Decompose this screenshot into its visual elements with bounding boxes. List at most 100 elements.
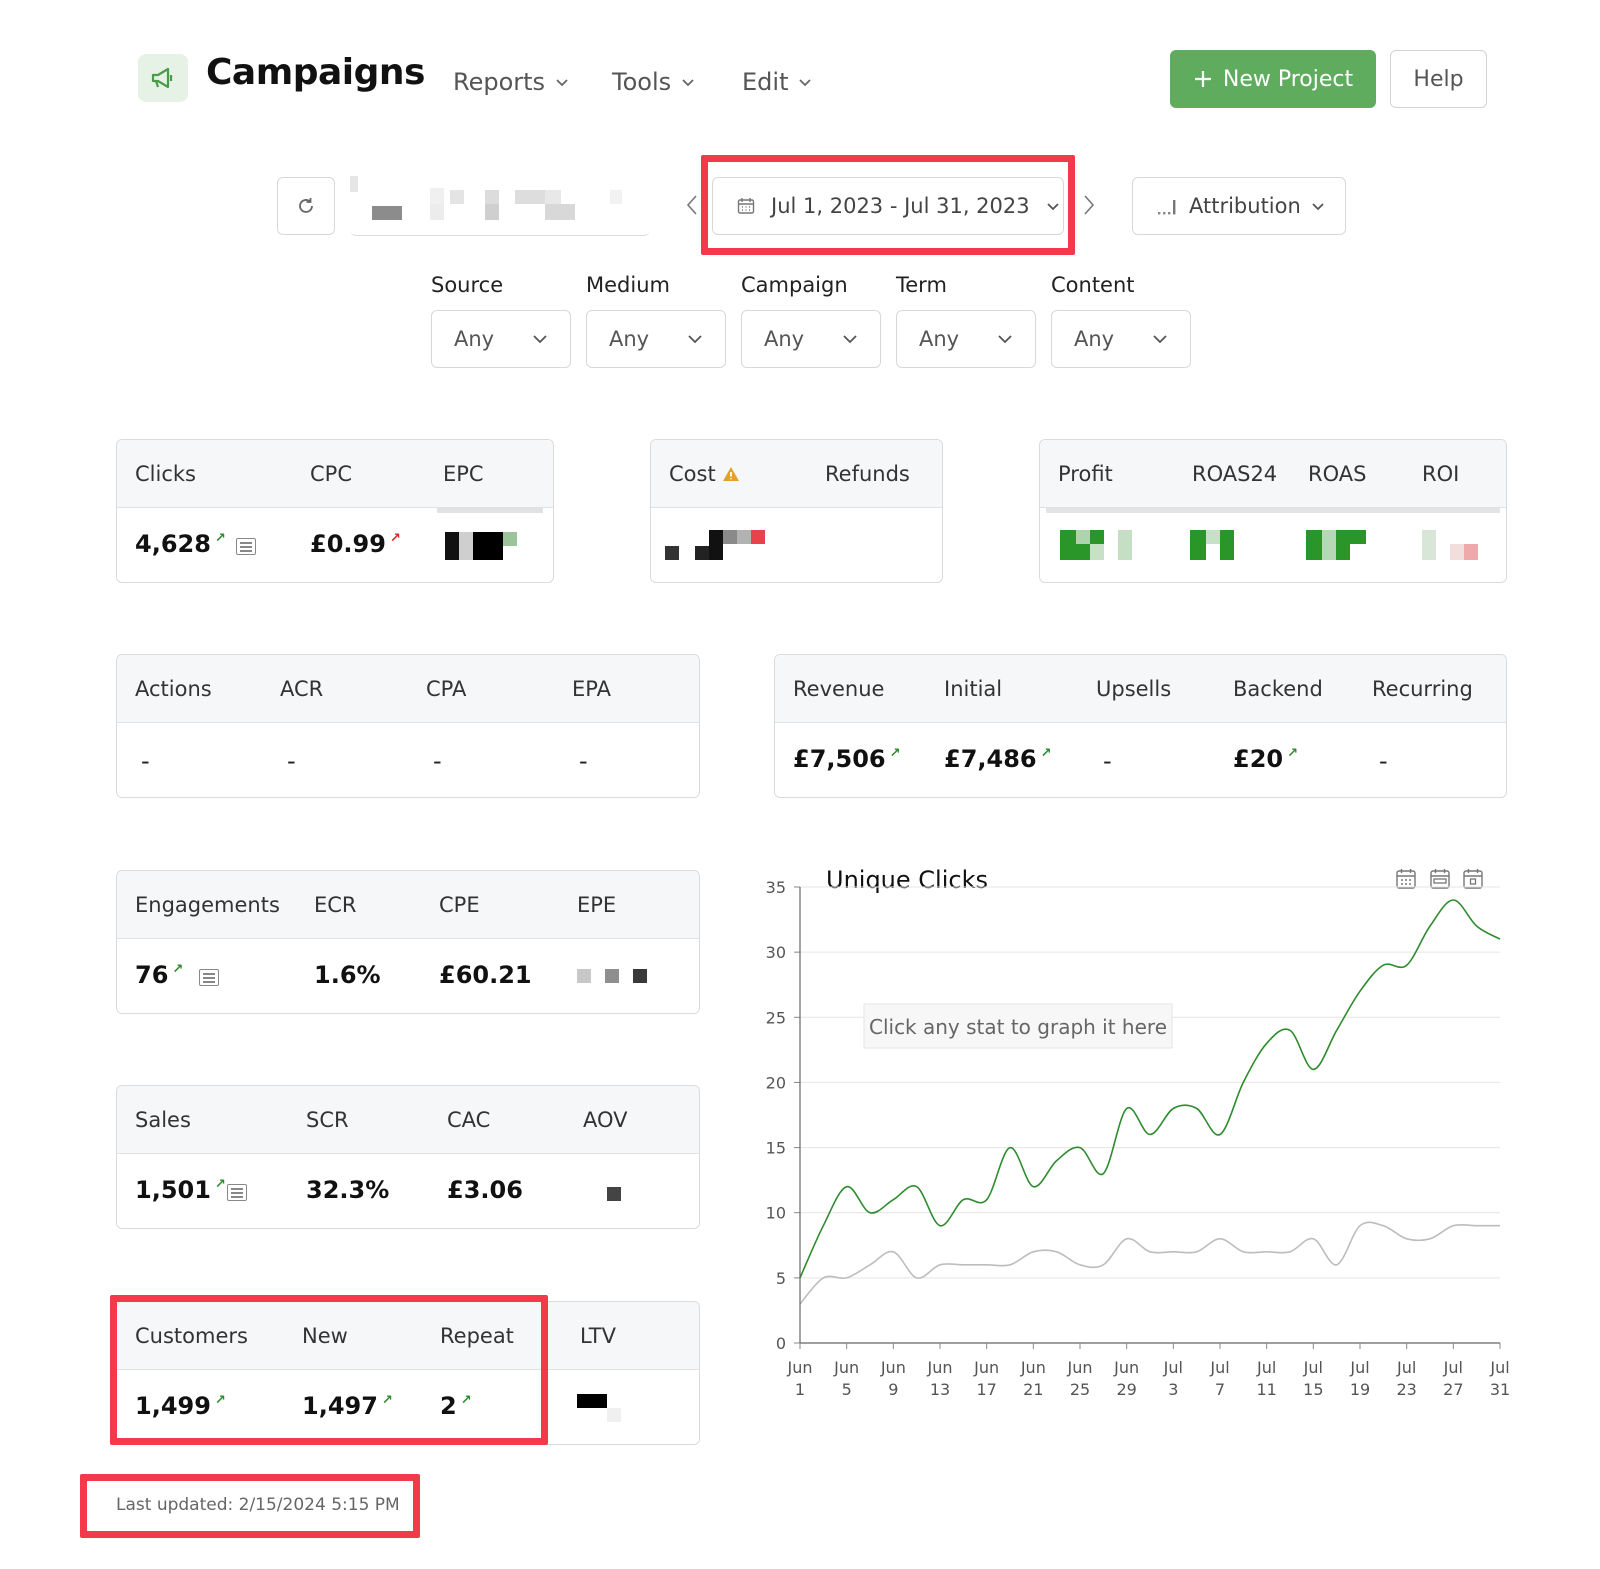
trend-up-red-icon: ↗ [389,531,401,546]
x-tick-label-day: 7 [1215,1380,1225,1399]
revenue-header[interactable]: Revenue [793,677,884,701]
engagements-header[interactable]: Engagements [135,893,280,917]
list-icon[interactable] [199,969,219,986]
y-tick-label: 5 [776,1269,786,1288]
upsells-header[interactable]: Upsells [1096,677,1171,701]
unique-clicks-chart[interactable]: Unique Clicks 0 5 10 15 20 25 30 35 Jun 1 Jun 5 Jun 9… [760,852,1520,1432]
previous-range-button[interactable] [686,193,698,223]
initial-header[interactable]: Initial [944,677,1002,701]
list-icon[interactable] [227,1184,247,1201]
filter-campaign-value: Any [764,327,805,351]
cpa-header[interactable]: CPA [426,677,466,701]
calendar-week-icon[interactable] [1430,869,1450,889]
calendar-day-icon[interactable] [1396,869,1416,889]
initial-value[interactable]: £7,486 ↗ [944,745,1052,773]
cpe-value[interactable]: £60.21 [439,961,532,989]
cpc-header[interactable]: CPC [310,462,352,486]
help-button[interactable]: Help [1390,50,1487,108]
nav-tools[interactable]: Tools [612,68,695,96]
refunds-header[interactable]: Refunds [825,462,910,486]
refresh-button[interactable] [277,177,335,235]
epe-header[interactable]: EPE [577,893,616,917]
nav-tools-label: Tools [612,68,672,96]
backend-value[interactable]: £20 ↗ [1233,745,1298,773]
ecr-header[interactable]: ECR [314,893,357,917]
roas-header[interactable]: ROAS [1308,462,1366,486]
cpc-value[interactable]: £0.99 ↗ [310,530,401,558]
epc-header[interactable]: EPC [443,462,484,486]
new-project-button[interactable]: New Project [1170,50,1376,108]
calendar-month-icon[interactable] [1463,869,1483,889]
x-tick-label-day: 5 [842,1380,852,1399]
ltv-header[interactable]: LTV [580,1324,616,1348]
filter-medium-select[interactable]: Any [586,310,726,368]
attribution-dropdown[interactable]: Attribution [1132,177,1346,235]
x-tick-label-day: 27 [1443,1380,1463,1399]
nav-edit[interactable]: Edit [742,68,812,96]
profit-header[interactable]: Profit [1058,462,1113,486]
recurring-header[interactable]: Recurring [1372,677,1473,701]
clicks-header[interactable]: Clicks [135,462,196,486]
repeat-customers-value[interactable]: 2 ↗ [440,1392,472,1420]
filter-term-label: Term [896,273,947,297]
clicks-value[interactable]: 4,628 ↗ [135,530,226,558]
filter-campaign-select[interactable]: Any [741,310,881,368]
filter-content-select[interactable]: Any [1051,310,1191,368]
chart-title: Unique Clicks [826,866,988,894]
epa-value[interactable]: - [579,747,588,775]
filter-term-value: Any [919,327,960,351]
sales-header[interactable]: Sales [135,1108,191,1132]
roas24-header[interactable]: ROAS24 [1192,462,1277,486]
y-tick-label: 0 [776,1334,786,1353]
redacted-epe-value [577,969,657,983]
x-tick-label-month: Jul [1396,1358,1416,1377]
y-tick-label: 20 [766,1073,786,1092]
acr-value[interactable]: - [287,747,296,775]
x-tick-label-day: 13 [930,1380,950,1399]
list-icon[interactable] [236,538,256,555]
cac-header[interactable]: CAC [447,1108,490,1132]
calendar-icon [737,198,755,214]
filter-source-value: Any [454,327,495,351]
new-customers-value[interactable]: 1,497 ↗ [302,1392,393,1420]
roi-header[interactable]: ROI [1422,462,1459,486]
filter-term-select[interactable]: Any [896,310,1036,368]
next-range-button[interactable] [1083,193,1095,223]
customers-value[interactable]: 1,499 ↗ [135,1392,226,1420]
chevron-down-icon [799,79,812,87]
epa-header[interactable]: EPA [572,677,611,701]
acr-header[interactable]: ACR [280,677,323,701]
profit-stats-card: Profit ROAS24 ROAS ROI [1039,439,1507,583]
nav-reports[interactable]: Reports [453,68,569,96]
engagements-value[interactable]: 76 ↗ [135,961,183,989]
actions-value[interactable]: - [141,747,150,775]
scr-header[interactable]: SCR [306,1108,349,1132]
ecr-value[interactable]: 1.6% [314,961,381,989]
y-tick-label: 25 [766,1008,786,1027]
backend-header[interactable]: Backend [1233,677,1323,701]
cpa-value[interactable]: - [433,747,442,775]
chevron-down-icon [1046,203,1059,211]
repeat-customers-header[interactable]: Repeat [440,1324,514,1348]
upsells-value[interactable]: - [1103,747,1112,775]
filter-source-select[interactable]: Any [431,310,571,368]
cost-header[interactable]: Cost [669,462,740,486]
new-customers-header[interactable]: New [302,1324,348,1348]
actions-header[interactable]: Actions [135,677,212,701]
plus-icon [1194,71,1211,87]
sales-value[interactable]: 1,501 ↗ [135,1176,226,1204]
scr-value[interactable]: 32.3% [306,1176,389,1204]
x-tick-label-month: Jun [787,1358,813,1377]
recurring-value[interactable]: - [1379,747,1388,775]
revenue-value[interactable]: £7,506 ↗ [793,745,901,773]
x-tick-label-day: 17 [976,1380,996,1399]
nav-edit-label: Edit [742,68,789,96]
date-range-picker[interactable]: Jul 1, 2023 - Jul 31, 2023 [712,177,1064,235]
cpe-header[interactable]: CPE [439,893,480,917]
cac-value[interactable]: £3.06 [447,1176,523,1204]
aov-header[interactable]: AOV [583,1108,628,1132]
customers-header[interactable]: Customers [135,1324,248,1348]
project-select[interactable] [350,176,650,236]
actions-stats-card: Actions ACR CPA EPA - - - - [116,654,700,798]
bar-signal-icon [1158,200,1176,215]
